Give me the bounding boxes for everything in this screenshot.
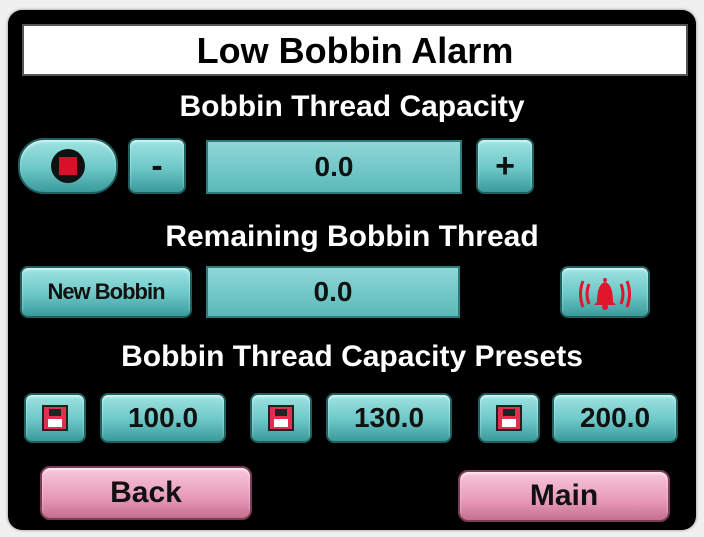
stop-button[interactable] [18, 138, 118, 194]
preset-2-button[interactable]: 130.0 [326, 393, 452, 443]
new-bobbin-button[interactable]: New Bobbin [20, 266, 192, 318]
floppy-save-icon [496, 405, 522, 431]
preset-3-save-button[interactable] [478, 393, 540, 443]
back-button[interactable]: Back [40, 466, 252, 520]
increment-button[interactable]: + [476, 138, 534, 194]
decrement-button[interactable]: - [128, 138, 186, 194]
alarm-button[interactable] [560, 266, 650, 318]
floppy-save-icon [42, 405, 68, 431]
remaining-value-field: 0.0 [206, 266, 460, 318]
bell-alarm-icon [579, 278, 631, 310]
preset-3-button[interactable]: 200.0 [552, 393, 678, 443]
preset-1-button[interactable]: 100.0 [100, 393, 226, 443]
stop-icon [51, 149, 85, 183]
capacity-heading: Bobbin Thread Capacity [179, 90, 525, 123]
remaining-heading: Remaining Bobbin Thread [165, 220, 539, 253]
presets-heading: Bobbin Thread Capacity Presets [121, 340, 583, 373]
preset-2-save-button[interactable] [250, 393, 312, 443]
capacity-value-field[interactable]: 0.0 [206, 140, 462, 194]
page-title: Low Bobbin Alarm [22, 24, 688, 76]
floppy-save-icon [268, 405, 294, 431]
preset-1-save-button[interactable] [24, 393, 86, 443]
main-button[interactable]: Main [458, 470, 670, 522]
